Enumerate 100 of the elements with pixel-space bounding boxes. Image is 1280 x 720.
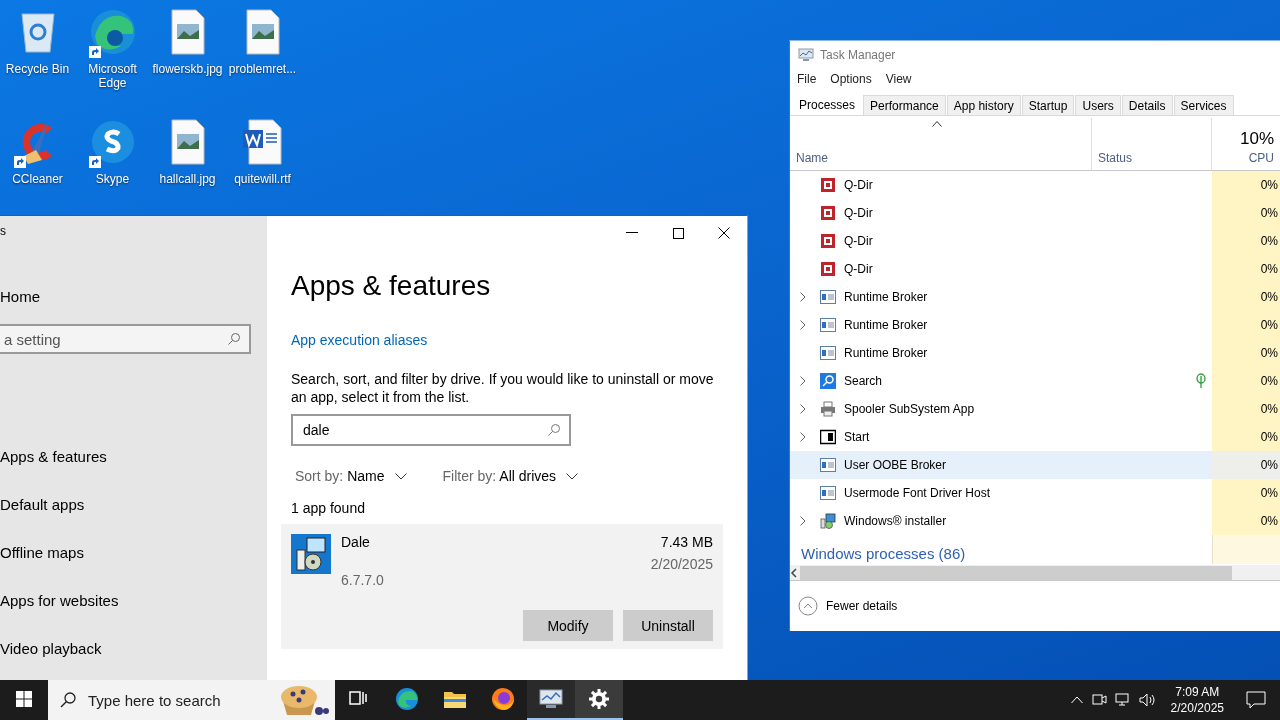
process-row[interactable]: Runtime Broker 0% — [790, 311, 1280, 339]
expand-chevron-icon[interactable] — [800, 320, 806, 330]
minimize-icon — [626, 232, 638, 234]
menu-item[interactable]: View — [885, 72, 912, 92]
desktop-icon-label[interactable]: problemret... — [228, 62, 297, 76]
tab[interactable]: Startup — [1021, 95, 1075, 115]
process-name: Q-Dir — [843, 206, 873, 220]
monitor-chart-icon — [538, 688, 564, 710]
menu-item[interactable]: File — [797, 72, 817, 92]
cpu-cell: 0% — [1212, 199, 1280, 227]
search-icon — [820, 373, 836, 389]
filter-dropdown[interactable]: Filter by: All drives — [442, 468, 579, 484]
process-row[interactable]: Q-Dir 0% — [790, 255, 1280, 283]
collapse-up-icon[interactable] — [798, 596, 818, 616]
app-name: Dale — [341, 534, 371, 550]
installer-icon — [820, 513, 836, 529]
taskbar-app-button[interactable] — [575, 680, 623, 720]
process-row[interactable]: Q-Dir 0% — [790, 199, 1280, 227]
taskbar-app-button[interactable] — [527, 680, 575, 720]
network-icon[interactable] — [1114, 692, 1131, 708]
cpu-cell: 0% — [1212, 507, 1280, 535]
process-row[interactable]: Usermode Font Driver Host 0% — [790, 479, 1280, 507]
settings-nav-item[interactable]: Apps for websites — [0, 576, 267, 624]
cpu-cell: 0% — [1212, 227, 1280, 255]
process-name: Spooler SubSystem App — [843, 402, 975, 416]
cpu-cell: 0% — [1212, 311, 1280, 339]
expand-chevron-icon[interactable] — [800, 292, 806, 302]
cpu-column-header[interactable]: CPU — [1248, 151, 1274, 165]
process-row[interactable]: Spooler SubSystem App 0% — [790, 395, 1280, 423]
settings-nav-item[interactable]: Apps & features — [0, 432, 267, 480]
menu-item[interactable]: Options — [830, 72, 872, 92]
home-link[interactable]: Home — [0, 288, 267, 324]
settings-nav-item[interactable]: Offline maps — [0, 528, 267, 576]
tab[interactable]: App history — [946, 95, 1021, 115]
desktop-icon-label[interactable]: Recycle Bin — [5, 62, 70, 76]
desktop-icon-label[interactable]: hallcall.jpg — [159, 172, 216, 186]
settings-search-field[interactable]: a setting — [0, 324, 251, 354]
cpu-column-background — [1212, 535, 1280, 564]
window-title: Task Manager — [820, 47, 896, 62]
app-list-item[interactable]: Dale 6.7.7.0 7.43 MB 2/20/2025 Modify Uninstall — [281, 524, 723, 649]
desktop-icon-label[interactable]: Microsoft Edge — [75, 62, 150, 90]
expand-chevron-icon[interactable] — [800, 404, 806, 414]
process-row[interactable]: Start 0% — [790, 423, 1280, 451]
volume-icon[interactable] — [1138, 692, 1157, 708]
tab[interactable]: Services — [1173, 95, 1234, 115]
status-column-header[interactable]: Status — [1098, 151, 1133, 165]
cpu-total-percent: 10% — [1239, 129, 1274, 149]
expand-chevron-icon[interactable] — [800, 376, 806, 386]
tab[interactable]: Performance — [863, 95, 946, 115]
process-row[interactable]: Runtime Broker 0% — [790, 283, 1280, 311]
shortcut-arrow-icon — [13, 156, 26, 168]
expand-chevron-icon[interactable] — [800, 516, 806, 526]
notifications-icon[interactable] — [1246, 691, 1266, 709]
sort-dropdown[interactable]: Sort by: Name — [295, 468, 407, 484]
group-heading: Windows processes (86) — [800, 544, 967, 564]
tab[interactable]: Details — [1121, 95, 1173, 115]
app-execution-aliases-link[interactable]: App execution aliases — [291, 332, 723, 348]
firefox-icon — [490, 686, 516, 712]
clock[interactable]: 7:09 AM 2/20/2025 — [1164, 684, 1230, 716]
cpu-cell: 0% — [1212, 339, 1280, 367]
settings-nav-item[interactable]: Default apps — [0, 480, 267, 528]
process-row[interactable]: Runtime Broker 0% — [790, 339, 1280, 367]
expand-chevron-icon[interactable] — [800, 432, 806, 442]
search-icon — [547, 423, 561, 437]
scroll-left-icon[interactable] — [790, 567, 798, 578]
app-search-field[interactable]: dale — [291, 414, 571, 446]
process-row[interactable]: Q-Dir 0% — [790, 227, 1280, 255]
folder-icon — [443, 689, 467, 709]
process-row[interactable]: Q-Dir 0% — [790, 171, 1280, 199]
shortcut-arrow-icon — [88, 156, 101, 168]
process-name: Q-Dir — [843, 262, 873, 276]
app-icon — [820, 177, 836, 193]
desktop-icon-label[interactable]: quitewill.rtf — [234, 172, 291, 186]
taskbar-search-field[interactable]: Type here to search — [48, 680, 335, 720]
edge-icon — [394, 686, 420, 712]
desktop-icon-label[interactable]: CCleaner — [12, 172, 63, 186]
chevron-up-icon[interactable] — [1070, 696, 1083, 704]
horizontal-scrollbar[interactable] — [790, 565, 1280, 581]
printer-icon — [820, 401, 836, 417]
tab[interactable]: Users — [1075, 95, 1121, 115]
uninstall-button[interactable]: Uninstall — [623, 610, 713, 641]
process-name: Runtime Broker — [843, 290, 928, 304]
name-column-header[interactable]: Name — [796, 151, 828, 165]
desktop-icon-label[interactable]: Skype — [95, 172, 130, 186]
shortcut-arrow-icon — [88, 46, 101, 58]
fewer-details-link[interactable]: Fewer details — [826, 599, 898, 613]
scrollbar-thumb[interactable] — [800, 565, 1232, 580]
camera-icon[interactable] — [1090, 692, 1107, 708]
process-row[interactable]: Search 0% — [790, 367, 1280, 395]
process-row[interactable]: User OOBE Broker 0% — [790, 451, 1280, 479]
process-name: User OOBE Broker — [843, 458, 947, 472]
maximize-icon — [672, 227, 684, 239]
cpu-cell: 0% — [1212, 451, 1280, 479]
process-name: Usermode Font Driver Host — [843, 486, 991, 500]
settings-nav-item[interactable]: Video playback — [0, 624, 267, 672]
process-name: Runtime Broker — [843, 346, 928, 360]
process-row[interactable]: Windows® installer 0% — [790, 507, 1280, 535]
process-name: Q-Dir — [843, 178, 873, 192]
desktop-icon-label[interactable]: flowerskb.jpg — [152, 62, 223, 76]
modify-button[interactable]: Modify — [523, 610, 613, 641]
